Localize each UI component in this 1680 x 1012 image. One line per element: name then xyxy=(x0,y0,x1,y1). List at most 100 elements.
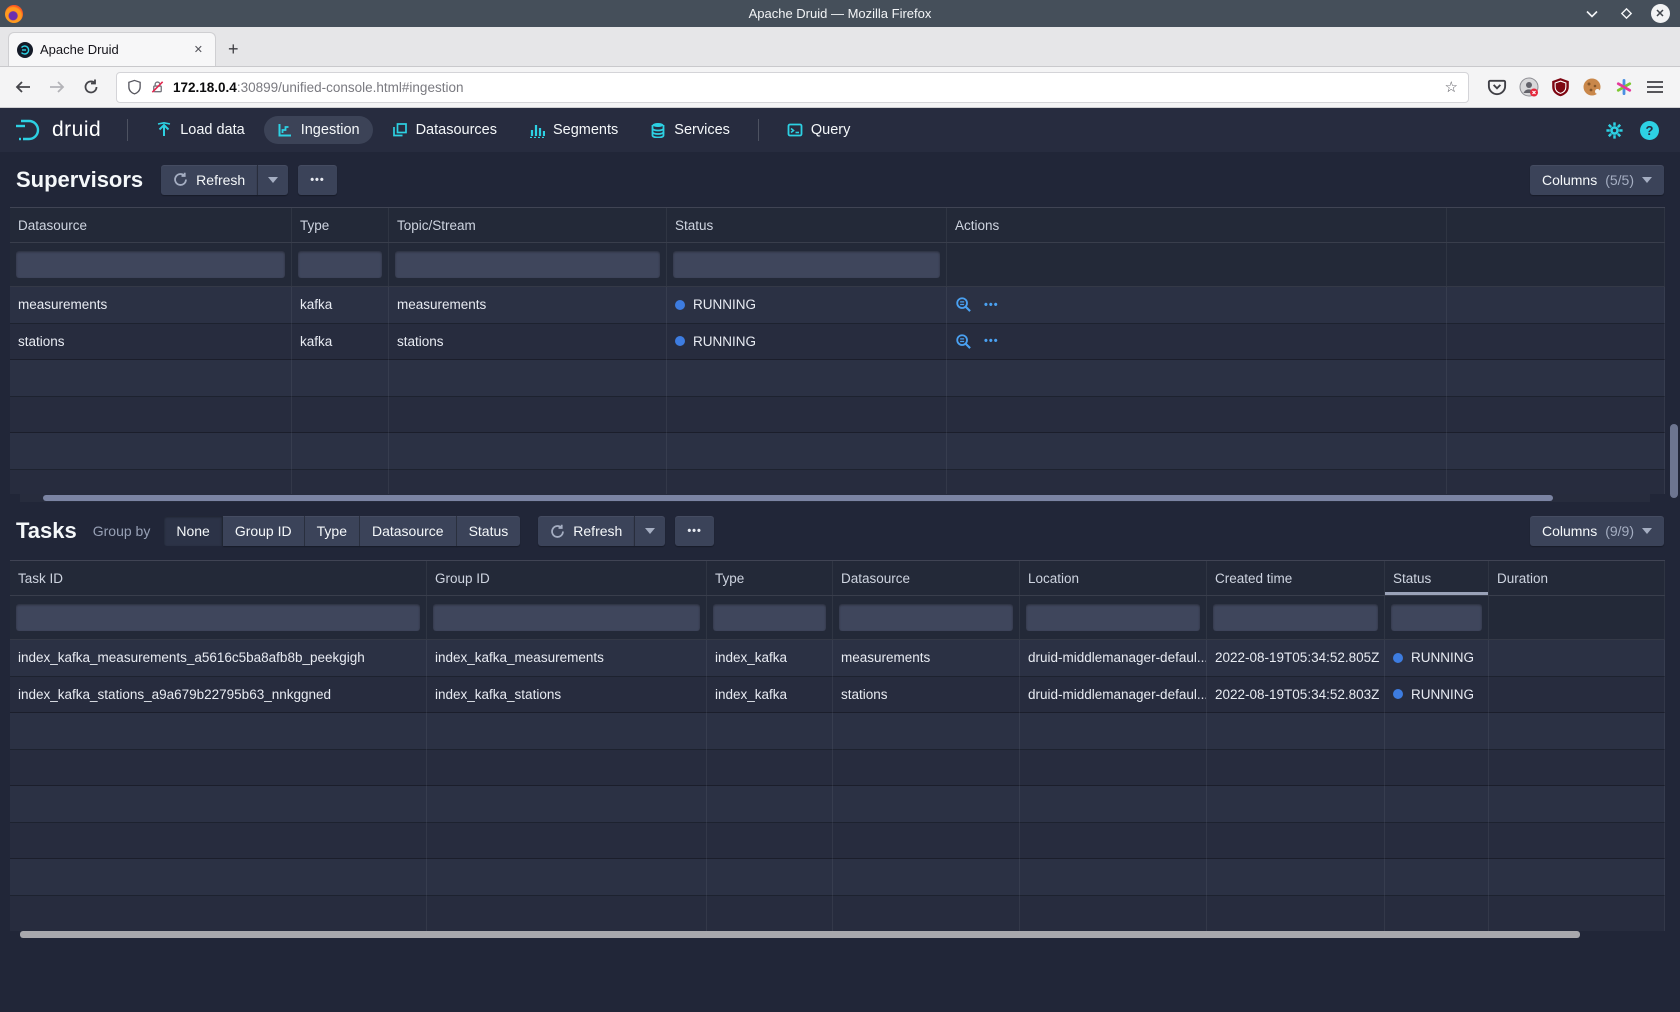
inspect-magnifier-icon[interactable] xyxy=(955,296,972,313)
url-host: 172.18.0.4 xyxy=(173,80,237,95)
filter-input-topic-stream[interactable] xyxy=(395,251,660,278)
nav-item-query[interactable]: Query xyxy=(774,116,864,144)
col-header-datasource[interactable]: Datasource xyxy=(833,561,1020,595)
row-actions-more-icon[interactable]: ••• xyxy=(984,299,999,311)
cell-location: druid-middlemanager-defaul... xyxy=(1020,640,1207,677)
tasks-header: Tasks Group by None Group ID Type Dataso… xyxy=(0,502,1680,560)
nav-item-datasources[interactable]: Datasources xyxy=(379,116,510,144)
brand-name: druid xyxy=(52,118,101,142)
col-header-type[interactable]: Type xyxy=(707,561,833,595)
nav-item-load-data[interactable]: Load data xyxy=(143,116,258,144)
browser-tab[interactable]: Apache Druid ✕ xyxy=(8,32,216,66)
hamburger-menu-icon[interactable] xyxy=(1646,79,1664,95)
ublock-origin-icon[interactable] xyxy=(1551,77,1570,97)
col-header-status[interactable]: Status xyxy=(667,208,947,242)
tasks-table: Task ID Group ID Type Datasource Locatio… xyxy=(10,560,1665,939)
task-row[interactable]: index_kafka_measurements_a5616c5ba8afb8b… xyxy=(10,640,1665,677)
supervisors-hscrollbar[interactable] xyxy=(20,494,1650,502)
group-by-status-button[interactable]: Status xyxy=(457,516,521,546)
group-by-datasource-button[interactable]: Datasource xyxy=(360,516,457,546)
nav-item-segments[interactable]: Segments xyxy=(516,116,631,144)
bookmark-star-icon[interactable]: ☆ xyxy=(1445,78,1458,96)
minimize-icon[interactable] xyxy=(1582,4,1602,24)
tasks-hscroll-thumb[interactable] xyxy=(20,931,1580,938)
maximize-icon[interactable] xyxy=(1616,4,1636,24)
group-by-type-button[interactable]: Type xyxy=(305,516,360,546)
cell-actions: ••• xyxy=(947,287,1447,324)
nav-item-ingestion[interactable]: Ingestion xyxy=(264,116,373,144)
filter-input-created-time[interactable] xyxy=(1213,604,1378,631)
console-main: Supervisors Refresh ••• Columns (5/5) Da… xyxy=(0,152,1680,1012)
empty-row xyxy=(10,397,1665,434)
columns-label: Columns xyxy=(1542,523,1597,539)
status-dot-icon xyxy=(1393,689,1403,699)
filter-input-status[interactable] xyxy=(1391,604,1482,631)
filter-input-status[interactable] xyxy=(673,251,940,278)
url-text[interactable]: 172.18.0.4:30899/unified-console.html#in… xyxy=(173,80,1437,95)
filter-input-datasource[interactable] xyxy=(16,251,285,278)
ellipsis-icon: ••• xyxy=(310,174,325,186)
supervisors-columns-button[interactable]: Columns (5/5) xyxy=(1530,165,1664,195)
supervisors-title: Supervisors xyxy=(16,167,143,193)
supervisors-refresh-button[interactable]: Refresh xyxy=(161,165,257,195)
cookie-extension-icon[interactable] xyxy=(1582,77,1602,97)
group-by-group-id-button[interactable]: Group ID xyxy=(223,516,305,546)
columns-count: (5/5) xyxy=(1605,172,1634,188)
supervisors-refresh-dropdown[interactable] xyxy=(257,165,288,195)
supervisors-more-button[interactable]: ••• xyxy=(298,165,337,195)
supervisors-rows: measurements kafka measurements RUNNING … xyxy=(10,287,1665,494)
pocket-icon[interactable] xyxy=(1487,77,1507,97)
col-header-topic-stream[interactable]: Topic/Stream xyxy=(389,208,667,242)
filter-input-type[interactable] xyxy=(298,251,382,278)
tasks-refresh-button[interactable]: Refresh xyxy=(538,516,634,546)
close-window-icon[interactable]: ✕ xyxy=(1650,4,1670,24)
url-bar[interactable]: 172.18.0.4:30899/unified-console.html#in… xyxy=(116,72,1469,103)
tasks-refresh-dropdown[interactable] xyxy=(634,516,665,546)
cell-topic: stations xyxy=(389,324,667,361)
empty-row xyxy=(10,750,1665,787)
status-dot-icon xyxy=(675,336,685,346)
profile-extension-icon[interactable] xyxy=(1519,77,1539,97)
tracking-shield-icon[interactable] xyxy=(127,79,142,95)
filter-input-group-id[interactable] xyxy=(433,604,700,631)
filter-input-task-id[interactable] xyxy=(16,604,420,631)
back-icon[interactable] xyxy=(8,72,38,102)
col-header-group-id[interactable]: Group ID xyxy=(427,561,707,595)
col-header-location[interactable]: Location xyxy=(1020,561,1207,595)
supervisor-row[interactable]: stations kafka stations RUNNING ••• xyxy=(10,324,1665,361)
new-tab-button[interactable]: + xyxy=(216,39,251,66)
row-actions-more-icon[interactable]: ••• xyxy=(984,335,999,347)
nav-item-label: Services xyxy=(674,122,730,138)
druid-brand[interactable]: druid xyxy=(14,117,101,143)
col-header-status-sorted[interactable]: Status xyxy=(1385,561,1489,595)
group-by-none-button[interactable]: None xyxy=(164,516,222,546)
col-header-type[interactable]: Type xyxy=(292,208,389,242)
supervisors-hscroll-thumb[interactable] xyxy=(43,495,1553,501)
filter-input-type[interactable] xyxy=(713,604,826,631)
col-header-created-time[interactable]: Created time xyxy=(1207,561,1385,595)
supervisors-vscroll-thumb[interactable] xyxy=(1670,424,1678,498)
tasks-columns-button[interactable]: Columns (9/9) xyxy=(1530,516,1664,546)
settings-gear-icon[interactable] xyxy=(1597,115,1632,146)
inspect-magnifier-icon[interactable] xyxy=(955,333,972,350)
tasks-more-button[interactable]: ••• xyxy=(675,516,714,546)
col-header-duration[interactable]: Duration xyxy=(1489,561,1665,595)
col-header-task-id[interactable]: Task ID xyxy=(10,561,427,595)
nav-item-label: Ingestion xyxy=(301,122,360,138)
reload-icon[interactable] xyxy=(76,72,106,102)
filter-input-location[interactable] xyxy=(1026,604,1200,631)
help-icon[interactable]: ? xyxy=(1638,115,1663,146)
asterisk-extension-icon[interactable] xyxy=(1614,77,1634,97)
ellipsis-icon: ••• xyxy=(687,525,702,537)
insecure-lock-icon[interactable] xyxy=(150,79,165,95)
tasks-hscrollbar[interactable] xyxy=(20,931,1650,939)
task-row[interactable]: index_kafka_stations_a9a679b22795b63_nnk… xyxy=(10,677,1665,714)
supervisor-row[interactable]: measurements kafka measurements RUNNING … xyxy=(10,287,1665,324)
filter-input-datasource[interactable] xyxy=(839,604,1013,631)
caret-down-icon xyxy=(268,177,278,183)
tab-close-icon[interactable]: ✕ xyxy=(190,41,207,58)
col-header-actions[interactable]: Actions xyxy=(947,208,1447,242)
forward-icon[interactable] xyxy=(42,72,72,102)
nav-item-services[interactable]: Services xyxy=(637,116,743,144)
col-header-datasource[interactable]: Datasource xyxy=(10,208,292,242)
